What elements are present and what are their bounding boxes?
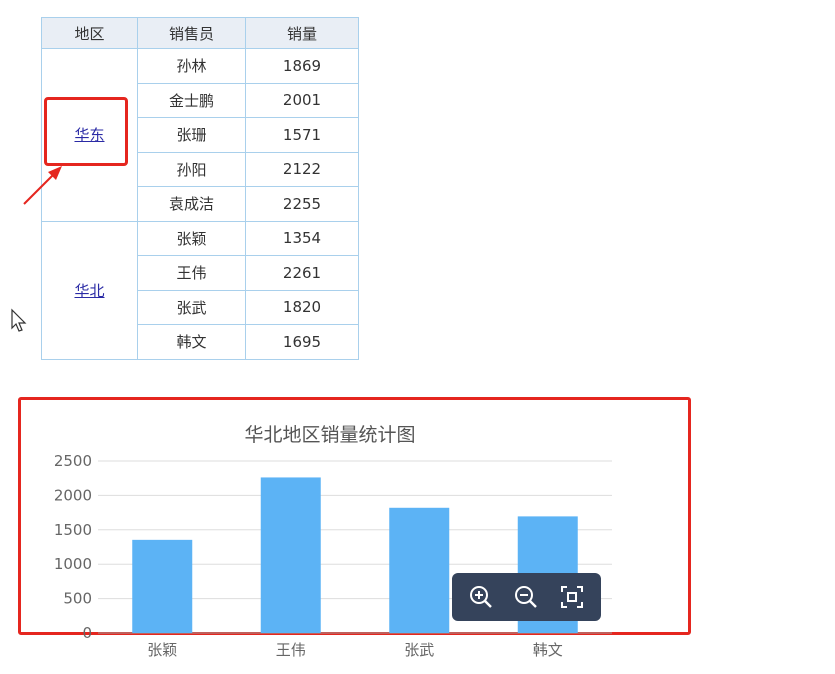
sales-cell: 1354 <box>245 220 359 256</box>
sales-cell: 2261 <box>245 255 359 291</box>
y-tick-label: 500 <box>63 590 92 608</box>
zoom-in-icon[interactable] <box>463 579 499 615</box>
y-tick-label: 2500 <box>54 452 92 470</box>
sales-table: 地区 销售员 销量 华东 孙林 1869 金士鹏 2001 张珊 1571 孙阳… <box>41 17 359 360</box>
region-link-huabei[interactable]: 华北 <box>74 282 104 300</box>
annotation-arrow-icon <box>23 166 62 205</box>
x-tick-label: 王伟 <box>276 641 306 659</box>
sales-cell: 2255 <box>245 186 359 222</box>
y-tick-label: 2000 <box>54 486 92 504</box>
y-tick-label: 1000 <box>54 555 92 573</box>
header-sales: 销量 <box>245 17 359 49</box>
y-tick-label: 1500 <box>54 521 92 539</box>
header-seller: 销售员 <box>137 17 246 49</box>
x-tick-label: 韩文 <box>533 641 563 659</box>
seller-cell: 张武 <box>137 289 246 325</box>
seller-cell: 王伟 <box>137 255 246 291</box>
table-header-row: 地区 销售员 销量 <box>41 17 359 49</box>
sales-cell: 1695 <box>245 324 359 360</box>
chart-toolbar <box>452 573 601 621</box>
sales-cell: 1571 <box>245 117 359 153</box>
bar[interactable] <box>260 477 321 633</box>
seller-cell: 袁成洁 <box>137 186 246 222</box>
sales-cell: 2122 <box>245 151 359 187</box>
sales-cell: 2001 <box>245 82 359 118</box>
highlight-box-region <box>44 97 128 166</box>
header-region: 地区 <box>41 17 138 49</box>
sales-cell: 1869 <box>245 48 359 84</box>
bar[interactable] <box>132 539 193 633</box>
seller-cell: 金士鹏 <box>137 82 246 118</box>
y-tick-label: 0 <box>82 624 92 642</box>
mouse-cursor-icon <box>11 308 27 332</box>
seller-cell: 孙林 <box>137 48 246 84</box>
table-row: 华东 孙林 1869 <box>41 48 359 222</box>
seller-cell: 张珊 <box>137 117 246 153</box>
fit-screen-icon[interactable] <box>554 579 590 615</box>
seller-cell: 张颖 <box>137 220 246 256</box>
zoom-out-icon[interactable] <box>508 579 544 615</box>
seller-cell: 韩文 <box>137 324 246 360</box>
seller-cell: 孙阳 <box>137 151 246 187</box>
region-cell: 华北 <box>41 220 138 360</box>
x-tick-label: 张颖 <box>147 641 177 659</box>
table-row: 华北 张颖 1354 <box>41 220 359 360</box>
bar-chart: 0 500 1000 1500 2000 2500 张颖 王伟 张武 韩文 <box>54 452 612 659</box>
bar[interactable] <box>389 507 450 633</box>
sales-cell: 1820 <box>245 289 359 325</box>
x-tick-label: 张武 <box>404 641 434 659</box>
